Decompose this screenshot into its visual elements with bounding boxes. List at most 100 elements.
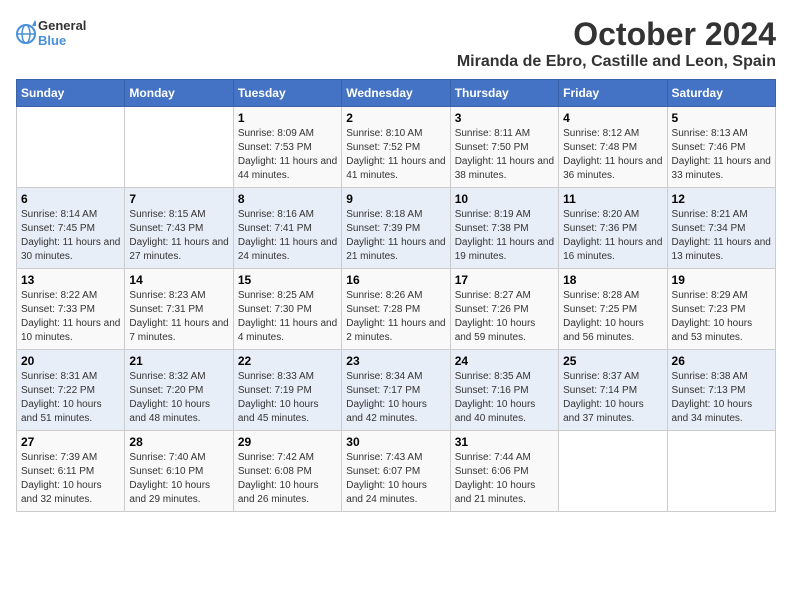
day-info: Sunrise: 8:14 AM Sunset: 7:45 PM Dayligh… — [21, 208, 120, 264]
day-number: 29 — [238, 435, 337, 449]
calendar-cell: 18Sunrise: 8:28 AM Sunset: 7:25 PM Dayli… — [559, 269, 667, 350]
calendar-cell: 11Sunrise: 8:20 AM Sunset: 7:36 PM Dayli… — [559, 188, 667, 269]
day-number: 17 — [455, 273, 554, 287]
calendar-cell: 26 Sunrise: 8:38 AM Sunset: 7:13 PM Dayli… — [667, 350, 775, 431]
calendar-cell: 19 Sunrise: 8:29 AM Sunset: 7:23 PM Dayli… — [667, 269, 775, 350]
calendar-cell: 8Sunrise: 8:16 AM Sunset: 7:41 PM Daylig… — [233, 188, 341, 269]
logo-text-general: General — [38, 19, 86, 34]
weekday-header: Tuesday — [233, 80, 341, 107]
day-info: Sunrise: 8:37 AM Sunset: 7:14 PM Dayligh… — [563, 370, 662, 426]
day-number: 26 — [672, 354, 771, 368]
day-info: Sunrise: 7:40 AM Sunset: 6:10 PM Dayligh… — [129, 451, 228, 507]
day-number: 28 — [129, 435, 228, 449]
calendar-cell: 6 Sunrise: 8:14 AM Sunset: 7:45 PM Daylig… — [17, 188, 125, 269]
day-info: Sunrise: 8:23 AM Sunset: 7:31 PM Dayligh… — [129, 289, 228, 345]
calendar-cell: 7 Sunrise: 8:15 AM Sunset: 7:43 PM Daylig… — [125, 188, 233, 269]
calendar-cell: 17 Sunrise: 8:27 AM Sunset: 7:26 PM Dayli… — [450, 269, 558, 350]
calendar-cell — [559, 431, 667, 512]
day-number: 30 — [346, 435, 445, 449]
calendar-cell: 1 Sunrise: 8:09 AM Sunset: 7:53 PM Daylig… — [233, 107, 341, 188]
calendar-cell — [125, 107, 233, 188]
day-info: Sunrise: 7:44 AM Sunset: 6:06 PM Dayligh… — [455, 451, 554, 507]
day-number: 5 — [672, 111, 771, 125]
calendar-week-row: 13Sunrise: 8:22 AM Sunset: 7:33 PM Dayli… — [17, 269, 776, 350]
day-number: 22 — [238, 354, 337, 368]
day-info: Sunrise: 8:27 AM Sunset: 7:26 PM Dayligh… — [455, 289, 554, 345]
calendar-cell: 20 Sunrise: 8:31 AM Sunset: 7:22 PM Dayli… — [17, 350, 125, 431]
day-info: Sunrise: 8:38 AM Sunset: 7:13 PM Dayligh… — [672, 370, 771, 426]
day-number: 9 — [346, 192, 445, 206]
header: General Blue October 2024 Miranda de Ebr… — [16, 16, 776, 71]
day-info: Sunrise: 8:32 AM Sunset: 7:20 PM Dayligh… — [129, 370, 228, 426]
day-number: 18 — [563, 273, 662, 287]
day-info: Sunrise: 8:20 AM Sunset: 7:36 PM Dayligh… — [563, 208, 662, 264]
day-number: 8 — [238, 192, 337, 206]
day-number: 10 — [455, 192, 554, 206]
location-title: Miranda de Ebro, Castille and Leon, Spai… — [457, 53, 776, 71]
day-info: Sunrise: 8:33 AM Sunset: 7:19 PM Dayligh… — [238, 370, 337, 426]
day-number: 24 — [455, 354, 554, 368]
day-number: 3 — [455, 111, 554, 125]
day-number: 21 — [129, 354, 228, 368]
day-info: Sunrise: 8:29 AM Sunset: 7:23 PM Dayligh… — [672, 289, 771, 345]
calendar-cell: 25Sunrise: 8:37 AM Sunset: 7:14 PM Dayli… — [559, 350, 667, 431]
day-number: 6 — [21, 192, 120, 206]
day-info: Sunrise: 7:42 AM Sunset: 6:08 PM Dayligh… — [238, 451, 337, 507]
day-info: Sunrise: 8:34 AM Sunset: 7:17 PM Dayligh… — [346, 370, 445, 426]
day-number: 15 — [238, 273, 337, 287]
calendar-cell: 10 Sunrise: 8:19 AM Sunset: 7:38 PM Dayli… — [450, 188, 558, 269]
calendar-cell: 4Sunrise: 8:12 AM Sunset: 7:48 PM Daylig… — [559, 107, 667, 188]
weekday-header: Saturday — [667, 80, 775, 107]
day-info: Sunrise: 8:09 AM Sunset: 7:53 PM Dayligh… — [238, 127, 337, 183]
day-info: Sunrise: 8:25 AM Sunset: 7:30 PM Dayligh… — [238, 289, 337, 345]
logo: General Blue — [16, 16, 86, 52]
day-info: Sunrise: 8:22 AM Sunset: 7:33 PM Dayligh… — [21, 289, 120, 345]
day-number: 1 — [238, 111, 337, 125]
calendar-cell: 14 Sunrise: 8:23 AM Sunset: 7:31 PM Dayli… — [125, 269, 233, 350]
day-info: Sunrise: 8:13 AM Sunset: 7:46 PM Dayligh… — [672, 127, 771, 183]
calendar-cell — [667, 431, 775, 512]
calendar-cell: 9Sunrise: 8:18 AM Sunset: 7:39 PM Daylig… — [342, 188, 450, 269]
day-number: 20 — [21, 354, 120, 368]
calendar-week-row: 1 Sunrise: 8:09 AM Sunset: 7:53 PM Daylig… — [17, 107, 776, 188]
day-info: Sunrise: 8:31 AM Sunset: 7:22 PM Dayligh… — [21, 370, 120, 426]
calendar-cell — [17, 107, 125, 188]
day-info: Sunrise: 8:35 AM Sunset: 7:16 PM Dayligh… — [455, 370, 554, 426]
calendar-cell: 16Sunrise: 8:26 AM Sunset: 7:28 PM Dayli… — [342, 269, 450, 350]
weekday-header: Wednesday — [342, 80, 450, 107]
day-info: Sunrise: 8:15 AM Sunset: 7:43 PM Dayligh… — [129, 208, 228, 264]
calendar-week-row: 6 Sunrise: 8:14 AM Sunset: 7:45 PM Daylig… — [17, 188, 776, 269]
calendar-cell: 24 Sunrise: 8:35 AM Sunset: 7:16 PM Dayli… — [450, 350, 558, 431]
day-number: 19 — [672, 273, 771, 287]
calendar-cell: 13Sunrise: 8:22 AM Sunset: 7:33 PM Dayli… — [17, 269, 125, 350]
month-title: October 2024 — [457, 16, 776, 53]
weekday-header: Thursday — [450, 80, 558, 107]
day-info: Sunrise: 8:19 AM Sunset: 7:38 PM Dayligh… — [455, 208, 554, 264]
day-info: Sunrise: 8:11 AM Sunset: 7:50 PM Dayligh… — [455, 127, 554, 183]
day-info: Sunrise: 7:43 AM Sunset: 6:07 PM Dayligh… — [346, 451, 445, 507]
calendar-cell: 3 Sunrise: 8:11 AM Sunset: 7:50 PM Daylig… — [450, 107, 558, 188]
day-info: Sunrise: 7:39 AM Sunset: 6:11 PM Dayligh… — [21, 451, 120, 507]
calendar-cell: 22 Sunrise: 8:33 AM Sunset: 7:19 PM Dayli… — [233, 350, 341, 431]
day-info: Sunrise: 8:26 AM Sunset: 7:28 PM Dayligh… — [346, 289, 445, 345]
weekday-header: Monday — [125, 80, 233, 107]
calendar-cell: 2Sunrise: 8:10 AM Sunset: 7:52 PM Daylig… — [342, 107, 450, 188]
day-info: Sunrise: 8:21 AM Sunset: 7:34 PM Dayligh… — [672, 208, 771, 264]
day-info: Sunrise: 8:10 AM Sunset: 7:52 PM Dayligh… — [346, 127, 445, 183]
calendar-cell: 28 Sunrise: 7:40 AM Sunset: 6:10 PM Dayli… — [125, 431, 233, 512]
calendar-table: SundayMondayTuesdayWednesdayThursdayFrid… — [16, 79, 776, 512]
calendar-cell: 23Sunrise: 8:34 AM Sunset: 7:17 PM Dayli… — [342, 350, 450, 431]
weekday-header: Sunday — [17, 80, 125, 107]
day-number: 12 — [672, 192, 771, 206]
calendar-cell: 29 Sunrise: 7:42 AM Sunset: 6:08 PM Dayli… — [233, 431, 341, 512]
day-number: 7 — [129, 192, 228, 206]
calendar-cell: 15 Sunrise: 8:25 AM Sunset: 7:30 PM Dayli… — [233, 269, 341, 350]
calendar-cell: 30 Sunrise: 7:43 AM Sunset: 6:07 PM Dayli… — [342, 431, 450, 512]
calendar-week-row: 27Sunrise: 7:39 AM Sunset: 6:11 PM Dayli… — [17, 431, 776, 512]
calendar-cell: 5 Sunrise: 8:13 AM Sunset: 7:46 PM Daylig… — [667, 107, 775, 188]
calendar-week-row: 20 Sunrise: 8:31 AM Sunset: 7:22 PM Dayli… — [17, 350, 776, 431]
weekday-header: Friday — [559, 80, 667, 107]
day-number: 14 — [129, 273, 228, 287]
calendar-cell: 27Sunrise: 7:39 AM Sunset: 6:11 PM Dayli… — [17, 431, 125, 512]
day-number: 31 — [455, 435, 554, 449]
